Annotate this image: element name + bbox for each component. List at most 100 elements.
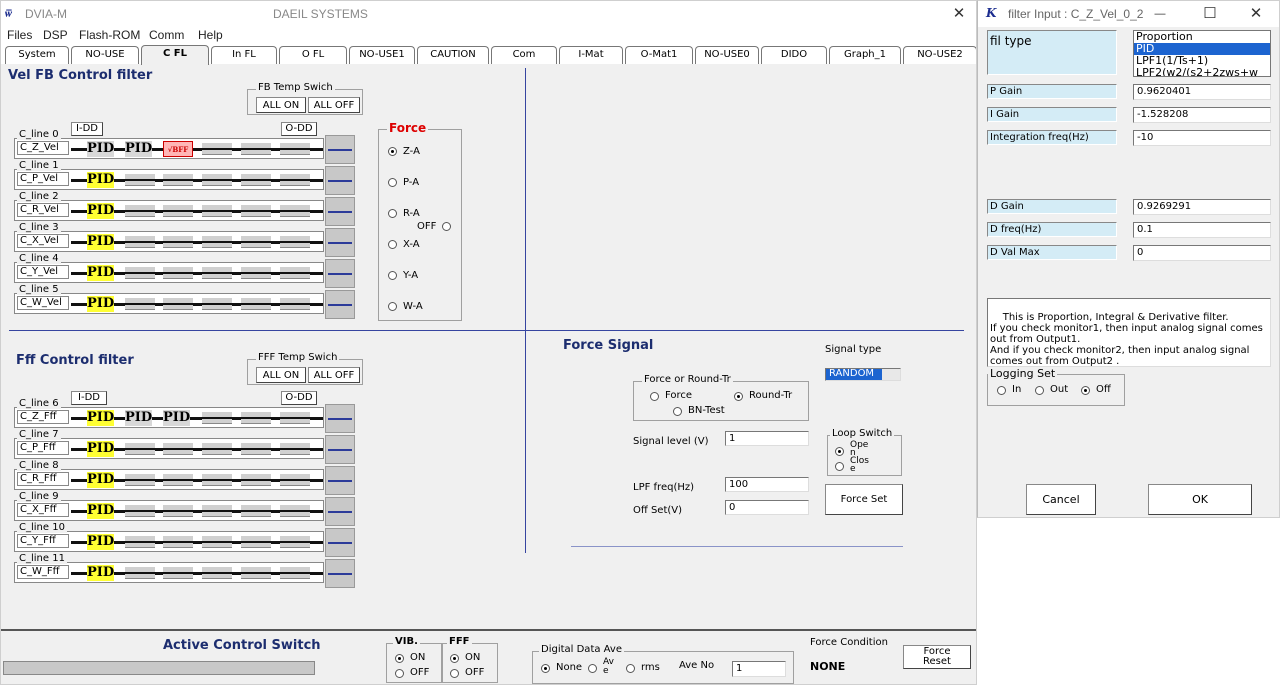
c-p-vel-output-block[interactable] [325,166,355,195]
c-r-fff-output-block[interactable] [325,466,355,495]
c-x-vel-label[interactable]: C_X_Vel [17,234,69,248]
c-r-fff-empty-slot[interactable] [163,473,193,486]
fff-off-radio[interactable] [450,669,459,678]
c-y-fff-output-block[interactable] [325,528,355,557]
c-z-vel-pid-block[interactable]: PID [87,141,114,157]
c-z-vel-pid-block[interactable]: PID [125,141,152,157]
c-z-fff-empty-slot[interactable] [280,411,310,424]
ave-ave-radio[interactable] [588,664,597,673]
force-radio-y-a[interactable] [388,271,397,280]
menu-flash-rom[interactable]: Flash-ROM [79,28,140,42]
c-y-vel-empty-slot[interactable] [241,266,271,279]
force-off-radio[interactable] [442,222,451,231]
mode-bn-radio[interactable] [673,407,682,416]
c-r-vel-empty-slot[interactable] [163,204,193,217]
menu-files[interactable]: Files [7,28,32,42]
menu-dsp[interactable]: DSP [43,28,68,42]
tab-com[interactable]: Com [491,46,557,64]
tab-no-use1[interactable]: NO-USE1 [349,46,415,64]
d-val-max-input[interactable]: 0 [1133,245,1271,261]
tab-no-use[interactable]: NO-USE [71,46,139,64]
ave-rms-radio[interactable] [626,664,635,673]
c-x-fff-empty-slot[interactable] [241,504,271,517]
c-p-vel-empty-slot[interactable] [280,173,310,186]
offset-input[interactable]: 0 [725,500,809,515]
c-r-vel-pid-block[interactable]: PID [87,203,114,219]
menu-help[interactable]: Help [198,28,223,42]
c-z-vel-output-block[interactable] [325,135,355,164]
c-z-vel-empty-slot[interactable] [241,142,271,155]
fff-all-on-button[interactable]: ALL ON [256,367,306,383]
d-freq-hz-input[interactable]: 0.1 [1133,222,1271,238]
c-z-fff-pid-block[interactable]: PID [87,410,114,426]
fff-odd-button[interactable]: O-DD [281,391,317,405]
c-z-vel-empty-slot[interactable] [280,142,310,155]
c-x-vel-pid-block[interactable]: PID [87,234,114,250]
c-w-vel-label[interactable]: C_W_Vel [17,296,69,310]
force-radio-p-a[interactable] [388,178,397,187]
c-y-vel-empty-slot[interactable] [125,266,155,279]
loop-close-radio[interactable] [835,462,844,471]
c-x-fff-pid-block[interactable]: PID [87,503,114,519]
ok-button[interactable]: OK [1148,484,1252,515]
loop-open-radio[interactable] [835,447,844,456]
tab-c-fl[interactable]: C FL [141,45,209,65]
force-set-button[interactable]: Force Set [825,484,903,515]
c-x-fff-empty-slot[interactable] [125,504,155,517]
c-w-vel-empty-slot[interactable] [280,297,310,310]
c-r-fff-empty-slot[interactable] [241,473,271,486]
c-r-vel-output-block[interactable] [325,197,355,226]
c-x-fff-output-block[interactable] [325,497,355,526]
ave-none-radio[interactable] [541,664,550,673]
logging-out-radio[interactable] [1035,386,1044,395]
c-x-vel-empty-slot[interactable] [125,235,155,248]
c-z-fff-pid-block[interactable]: PID [163,410,190,426]
c-z-fff-pid-block[interactable]: PID [125,410,152,426]
force-reset-button[interactable]: Force Reset [903,645,971,669]
logging-in-radio[interactable] [997,386,1006,395]
c-x-vel-empty-slot[interactable] [280,235,310,248]
tab-no-use2[interactable]: NO-USE2 [903,46,976,64]
tab-no-use0[interactable]: NO-USE0 [695,46,759,64]
c-w-fff-empty-slot[interactable] [280,566,310,579]
c-z-vel-empty-slot[interactable] [202,142,232,155]
tab-in-fl[interactable]: In FL [211,46,277,64]
c-r-vel-empty-slot[interactable] [202,204,232,217]
c-x-fff-label[interactable]: C_X_Fff [17,503,69,517]
c-y-fff-empty-slot[interactable] [241,535,271,548]
c-x-vel-empty-slot[interactable] [163,235,193,248]
c-x-vel-output-block[interactable] [325,228,355,257]
c-w-fff-label[interactable]: C_W_Fff [17,565,69,579]
c-w-fff-empty-slot[interactable] [125,566,155,579]
c-p-vel-empty-slot[interactable] [163,173,193,186]
c-x-fff-empty-slot[interactable] [163,504,193,517]
c-w-vel-empty-slot[interactable] [202,297,232,310]
tab-i-mat[interactable]: I-Mat [559,46,623,64]
force-radio-x-a[interactable] [388,240,397,249]
c-y-vel-empty-slot[interactable] [202,266,232,279]
c-x-vel-empty-slot[interactable] [202,235,232,248]
tab-system[interactable]: System [5,46,69,64]
p-gain-input[interactable]: 0.9620401 [1133,84,1271,100]
dialog-close-icon[interactable]: ✕ [1239,1,1273,27]
c-z-fff-label[interactable]: C_Z_Fff [17,410,69,424]
c-p-vel-label[interactable]: C_P_Vel [17,172,69,186]
d-gain-input[interactable]: 0.9269291 [1133,199,1271,215]
c-r-fff-empty-slot[interactable] [125,473,155,486]
c-z-vel-bff-block[interactable]: √BFF [163,141,193,157]
c-x-fff-empty-slot[interactable] [202,504,232,517]
fil-type-listbox[interactable]: Proportion PID LPF1(1/Ts+1) LPF2(w2/(s2+… [1133,30,1271,77]
close-icon[interactable]: ✕ [942,1,976,27]
fff-on-radio[interactable] [450,654,459,663]
c-z-fff-empty-slot[interactable] [202,411,232,424]
c-y-vel-empty-slot[interactable] [280,266,310,279]
force-radio-w-a[interactable] [388,302,397,311]
c-y-vel-pid-block[interactable]: PID [87,265,114,281]
fb-all-off-button[interactable]: ALL OFF [308,97,360,113]
signal-level-input[interactable]: 1 [725,431,809,446]
menu-comm[interactable]: Comm [149,28,184,42]
c-z-fff-empty-slot[interactable] [241,411,271,424]
vel-idd-button[interactable]: I-DD [71,122,103,136]
c-w-fff-empty-slot[interactable] [202,566,232,579]
i-gain-input[interactable]: -1.528208 [1133,107,1271,123]
